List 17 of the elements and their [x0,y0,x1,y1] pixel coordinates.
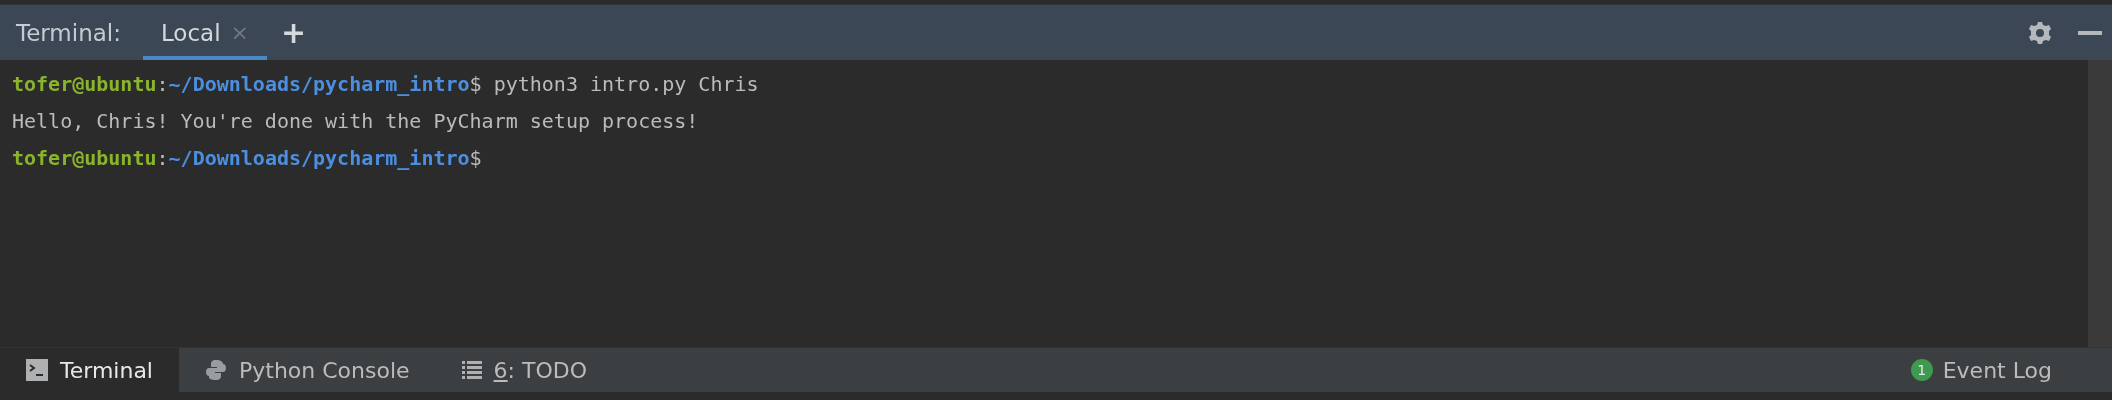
tool-window-tab[interactable]: Terminal [0,348,179,392]
minimize-icon[interactable] [2078,30,2102,35]
terminal-icon [26,359,48,381]
settings-icon[interactable] [2028,20,2052,45]
tool-window-tab[interactable]: Python Console [179,348,436,392]
tool-window-tab[interactable]: 6: TODO [435,348,613,392]
output-line: Hello, Chris! You're done with the PyCharm setup process! [12,108,700,135]
notification-badge: 1 [1910,359,1933,381]
prompt-line: tofer@ubuntu:~/Downloads/pycharm_intro$ [12,145,483,172]
panel-title: Terminal: [16,18,121,48]
event-log-button[interactable]: 1 Event Log [1910,348,2112,392]
scrollbar-track[interactable] [2088,60,2112,347]
add-tab-button[interactable]: + [281,5,307,60]
python-icon [205,359,227,381]
list-icon [461,361,482,379]
session-tab[interactable]: Local × [142,5,267,60]
prompt-line: tofer@ubuntu:~/Downloads/pycharm_intro$ python3 intro.py Chris [12,71,760,98]
